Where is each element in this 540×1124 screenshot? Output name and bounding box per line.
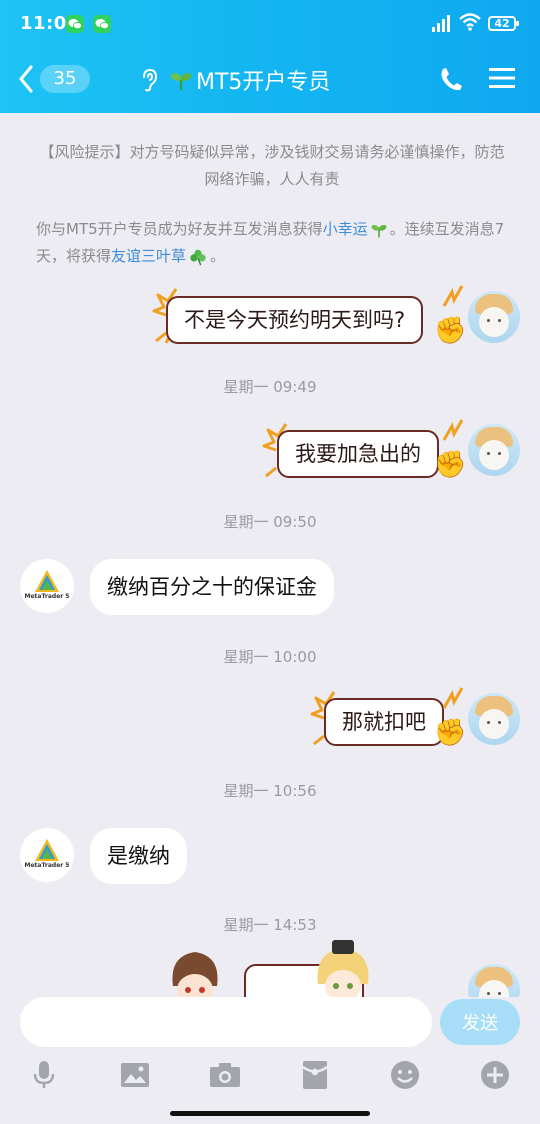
timestamp: 星期一 09:49 [223, 378, 317, 396]
fist-sticker-icon: ✊ [434, 450, 467, 480]
fist-sticker-icon: ✊ [434, 718, 467, 748]
timestamp: 星期一 09:50 [223, 513, 317, 531]
my-avatar[interactable] [468, 693, 520, 745]
message-bubble[interactable]: 我要加急出的 [277, 430, 439, 478]
contact-avatar[interactable]: MetaTrader 5 [20, 559, 74, 613]
plus-icon[interactable] [475, 1055, 515, 1095]
message-bubble[interactable]: 不是今天预约明天到吗? [166, 296, 424, 344]
burst-decoration [442, 419, 464, 441]
phone-call-icon[interactable] [440, 66, 464, 92]
microphone-icon[interactable] [24, 1055, 64, 1095]
input-area: 发送 [0, 997, 540, 1124]
burst-decoration [442, 687, 464, 709]
lucky-link[interactable]: 小幸运 [323, 220, 368, 238]
message-bubble[interactable]: 是缴纳 [90, 828, 187, 884]
back-button[interactable]: 35 [18, 60, 90, 98]
message-input[interactable] [20, 997, 432, 1047]
timestamp: 星期一 10:56 [223, 782, 317, 800]
message-bubble[interactable]: 缴纳百分之十的保证金 [90, 559, 334, 615]
menu-icon[interactable] [489, 67, 515, 89]
message-bubble[interactable]: 那就扣吧 [324, 698, 444, 746]
sprout-icon [371, 224, 387, 237]
notice-text: 你与MT5开户专员成为好友并互发消息获得 [36, 220, 323, 238]
wifi-icon [459, 13, 481, 31]
signal-icon [432, 15, 450, 32]
image-icon[interactable] [115, 1055, 155, 1095]
metatrader-logo-icon [35, 570, 59, 592]
contact-avatar[interactable]: MetaTrader 5 [20, 828, 74, 882]
contact-avatar-label: MetaTrader 5 [24, 862, 70, 869]
my-avatar[interactable] [468, 964, 520, 1000]
notice-text: 。 [210, 247, 226, 265]
my-avatar[interactable] [468, 424, 520, 476]
status-bar: 11:00 42 [0, 0, 540, 50]
contact-avatar-label: MetaTrader 5 [24, 593, 70, 600]
fist-sticker-icon: ✊ [434, 316, 467, 346]
timestamp: 星期一 14:53 [223, 916, 317, 934]
partial-message [0, 940, 540, 1000]
emoji-icon[interactable] [385, 1055, 425, 1095]
risk-warning-notice: 【风险提示】对方号码疑似异常，涉及钱财交易请务必谨慎操作，防范网络诈骗，人人有责 [39, 143, 505, 188]
clover-link[interactable]: 友谊三叶草 [111, 247, 186, 265]
chat-title-area[interactable]: MT5开户专员 [140, 62, 330, 98]
anime-character-sticker-icon [317, 940, 369, 1000]
my-avatar[interactable] [468, 291, 520, 343]
anime-character-sticker-icon [172, 952, 218, 1000]
input-toolbar [0, 1055, 540, 1095]
unread-count-badge: 35 [40, 65, 90, 93]
chat-title: MT5开户专员 [196, 70, 331, 95]
chevron-left-icon [19, 65, 33, 93]
red-packet-icon[interactable] [295, 1055, 335, 1095]
wechat-notification-icon [66, 15, 84, 33]
camera-icon[interactable] [205, 1055, 245, 1095]
burst-decoration [442, 285, 464, 307]
ear-icon [143, 68, 158, 92]
clover-icon [190, 249, 206, 265]
home-indicator[interactable] [170, 1111, 370, 1116]
send-button[interactable]: 发送 [440, 999, 520, 1045]
timestamp: 星期一 10:00 [223, 648, 317, 666]
metatrader-logo-icon [35, 839, 59, 861]
battery-indicator: 42 [488, 16, 519, 31]
friendship-notice: 你与MT5开户专员成为好友并互发消息获得小幸运 。连续互发消息7天，将获得友谊三叶… [36, 216, 508, 270]
wechat-notification-icon [93, 15, 111, 33]
sprout-icon [170, 73, 192, 90]
chat-header: 11:00 42 35 MT5开户专员 [0, 0, 540, 113]
